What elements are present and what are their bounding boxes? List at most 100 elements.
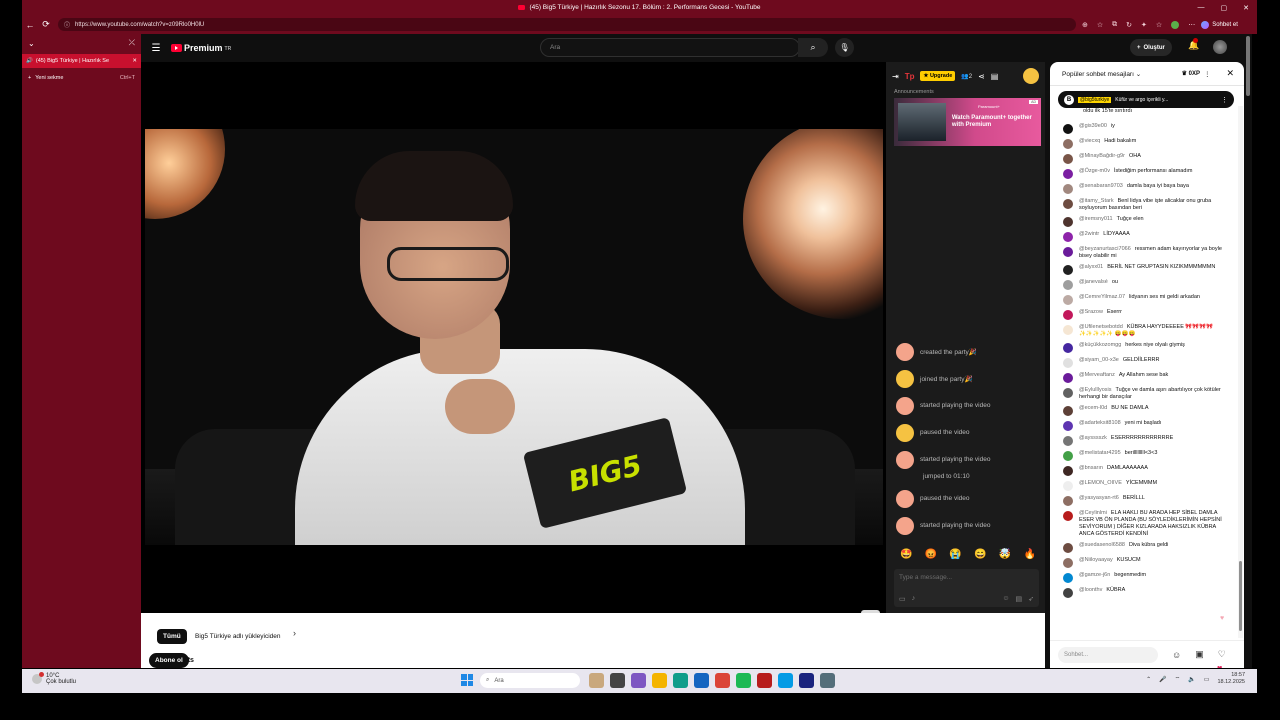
avatar[interactable] [1063, 154, 1073, 164]
avatar[interactable] [1063, 421, 1073, 431]
avatar[interactable] [1063, 265, 1073, 275]
avatar[interactable] [1063, 406, 1073, 416]
avatar[interactable] [1063, 343, 1073, 353]
avatar[interactable] [1063, 217, 1073, 227]
chat-message[interactable]: @adarteksit8108 yeni mi başladı [1050, 418, 1236, 433]
copilot-chat-button[interactable]: Sohbet et [1201, 20, 1238, 29]
chat-author[interactable]: @viecxq [1079, 138, 1100, 144]
mic-icon[interactable]: ♪ [912, 595, 916, 603]
close-tab-icon[interactable]: ✕ [132, 58, 137, 64]
chevron-up-icon[interactable]: ⌃ [1146, 676, 1151, 683]
chat-message[interactable]: @Ufilenetsebotdd KÜBRA HAYYDEEEEE 🎀🎀🎀🎀 ✨✨… [1050, 322, 1236, 340]
mic-icon[interactable]: 🎤 [1159, 676, 1166, 683]
tab-active[interactable]: 🔊 (45) Big5 Türkiye | Hazırlık Se ✕ [22, 54, 141, 68]
chat-author[interactable]: @Ceylinlmi [1079, 510, 1107, 516]
layout-icon[interactable]: ▤ [991, 72, 999, 81]
chat-author[interactable]: @adarteksit8108 [1079, 420, 1121, 426]
chip-uploader[interactable]: Big5 Türkiye adlı yükleyiciden [191, 629, 285, 644]
chat-author[interactable]: @alyxx01 [1079, 264, 1103, 270]
close-chat-icon[interactable]: ✕ [1226, 68, 1234, 79]
gif-icon[interactable]: ▤ [1016, 595, 1023, 603]
unpin-icon[interactable]: ⤫ [129, 38, 135, 48]
avatar[interactable] [1063, 481, 1073, 491]
chat-message[interactable]: @beyzanurtasci7066 ressmen adam kayırıyor… [1050, 244, 1236, 262]
more-icon[interactable]: ⋯ [1188, 21, 1195, 29]
taskbar-app-explorer-icon[interactable] [652, 673, 667, 688]
profile-avatar[interactable] [1171, 20, 1180, 29]
weather-widget[interactable]: 10°C Çok bulutlu [32, 672, 76, 685]
chat-author[interactable]: @LEMON_OIIVE [1079, 480, 1122, 486]
reaction-laugh[interactable]: 😄 [974, 549, 986, 560]
chat-author[interactable]: @Özge-m0v [1079, 168, 1110, 174]
chat-author[interactable]: @janevalsé [1079, 279, 1108, 285]
taskbar-app-copilot-icon[interactable] [631, 673, 646, 688]
chat-message[interactable]: @siyam_00-x3e GELDİİLERRR [1050, 355, 1236, 370]
start-button[interactable] [461, 674, 473, 686]
chat-author[interactable]: @itamy_Stark [1079, 198, 1114, 204]
chat-message[interactable]: @MinayBağdir-g9r OHA [1050, 151, 1236, 166]
chat-message[interactable]: @Ceylinlmi ELA HAKLI BU ARADA HEP SİBEL D… [1050, 508, 1236, 540]
chat-author[interactable]: @suedasenol6588 [1079, 542, 1125, 548]
avatar[interactable] [1063, 436, 1073, 446]
chat-message[interactable]: @aysssszk ESERRRRRRRRRRRRE [1050, 433, 1236, 448]
chip-all[interactable]: Tümü [157, 629, 187, 644]
more-options-icon[interactable]: ⋮ [1221, 96, 1228, 104]
translate-icon[interactable]: ⊕ [1082, 21, 1088, 29]
chat-author[interactable]: @Niiloyaayay [1079, 557, 1113, 563]
xp-badge[interactable]: ♛ 0XP [1182, 70, 1200, 77]
avatar[interactable] [1063, 358, 1073, 368]
avatar[interactable] [1063, 169, 1073, 179]
avatar[interactable] [1063, 139, 1073, 149]
avatar[interactable] [1063, 573, 1073, 583]
taskbar-app-widgets-icon[interactable] [589, 673, 604, 688]
avatar[interactable] [1063, 280, 1073, 290]
avatar[interactable] [1063, 124, 1073, 134]
subscribe-button[interactable]: Abone ol [149, 653, 189, 668]
reaction-crying[interactable]: 😭 [949, 549, 961, 560]
avatar[interactable] [1063, 466, 1073, 476]
page-scrollbar[interactable] [1244, 34, 1252, 668]
chat-mode-dropdown[interactable]: Popüler sohbet mesajları ⌄ [1062, 70, 1141, 78]
taskbar-app-settings-icon[interactable] [820, 673, 835, 688]
chat-author[interactable]: @Srazow [1079, 309, 1103, 315]
chevron-right-icon[interactable]: › [293, 628, 296, 638]
avatar[interactable] [1063, 295, 1073, 305]
chat-author[interactable]: @senabaran9703 [1079, 183, 1123, 189]
avatar[interactable] [1063, 558, 1073, 568]
taskbar-app-game-icon[interactable] [757, 673, 772, 688]
chat-author[interactable]: @beyzanurtasci7066 [1079, 246, 1131, 252]
emoji-icon[interactable]: ☺ [1172, 650, 1181, 660]
site-info-icon[interactable]: ⓘ [64, 20, 70, 29]
favorites-icon[interactable]: ☆ [1156, 21, 1162, 29]
video-player[interactable]: BIG5 B [141, 62, 886, 613]
chat-message[interactable]: @loonthv KÜBRA [1050, 585, 1236, 600]
chat-scrollbar[interactable] [1238, 106, 1243, 638]
chat-author[interactable]: @ecem-l0d [1079, 405, 1107, 411]
emoji-icon[interactable]: ☺ [1002, 595, 1009, 603]
heart-icon[interactable]: ♡ [1218, 649, 1226, 660]
message-input[interactable]: Type a message... ▭ ♪ ☺ ▤ ➶ [894, 569, 1039, 607]
avatar[interactable] [1023, 68, 1039, 84]
chat-author[interactable]: @Merveaftanz [1079, 372, 1115, 378]
chat-message[interactable]: oldu ilk 15'te sırıtırdı [1050, 106, 1236, 121]
chat-input[interactable]: Sohbet... [1058, 646, 1158, 663]
chat-author[interactable]: @MinayBağdir-g9r [1079, 153, 1125, 159]
new-tab-button[interactable]: + Yeni sekme Ctrl+T [22, 71, 141, 85]
chat-author[interactable]: @gamze-j6n [1079, 572, 1110, 578]
chat-message[interactable]: @2wintr LİDYAAAA [1050, 229, 1236, 244]
chat-message[interactable]: @janevalsé ou [1050, 277, 1236, 292]
avatar[interactable] [1063, 199, 1073, 209]
chevron-down-icon[interactable]: ⌄ [28, 39, 35, 48]
chat-message[interactable]: @melistatar4295 berilllllllll<3<3 [1050, 448, 1236, 463]
chat-message[interactable]: @yasyasyan-rt6 BERİLLL [1050, 493, 1236, 508]
chat-message[interactable]: @küçükkozomgg herkes niye olyalı giymiş [1050, 340, 1236, 355]
chat-message[interactable]: @Özge-m0v İstediğim performansı alamadım [1050, 166, 1236, 181]
chat-author[interactable]: @melistatar4295 [1079, 450, 1121, 456]
create-button[interactable]: + Oluştur [1130, 39, 1172, 56]
page-scrollbar-thumb[interactable] [1246, 36, 1250, 96]
taskbar-app-steam-icon[interactable] [799, 673, 814, 688]
address-bar[interactable]: ⓘ https://www.youtube.com/watch?v=z09Rlo… [58, 18, 1076, 31]
taskbar-app-taskview-icon[interactable] [610, 673, 625, 688]
more-options-icon[interactable]: ⋮ [1204, 70, 1211, 78]
reaction-angry[interactable]: 😡 [925, 549, 937, 560]
